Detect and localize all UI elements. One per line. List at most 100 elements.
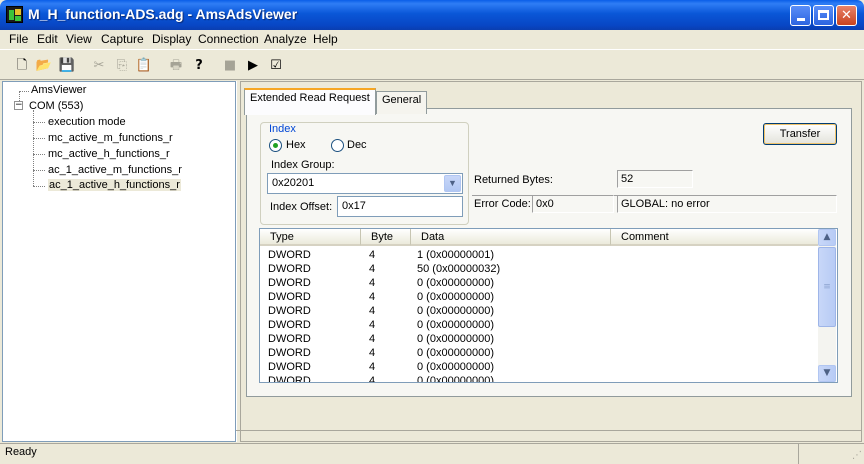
tree-node-ac1-active-m[interactable]: ac_1_active_m_functions_r — [48, 164, 182, 176]
tab-extended-read-request[interactable]: Extended Read Request — [244, 88, 376, 115]
paste-icon[interactable]: 📋 — [134, 56, 154, 76]
index-offset-input[interactable]: 0x17 — [337, 196, 463, 217]
cell-byte: 4 — [369, 263, 376, 275]
menu-display[interactable]: Display — [152, 32, 191, 46]
cell-data: 0 (0x00000000) — [417, 291, 495, 303]
tree-node-mc-active-m[interactable]: mc_active_m_functions_r — [48, 132, 173, 144]
tab-general[interactable]: General — [376, 91, 428, 114]
cell-data: 1 (0x00000001) — [417, 249, 495, 261]
collapse-icon[interactable]: − — [14, 101, 23, 110]
table-row[interactable]: DWORD 4 50 (0x00000032) — [260, 263, 819, 277]
tree-node-execution-mode[interactable]: execution mode — [48, 116, 126, 128]
tree-view[interactable]: AmsViewer − COM (553) execution mode mc_… — [2, 81, 236, 442]
dec-radio[interactable] — [331, 139, 344, 152]
index-group-label: Index Group: — [271, 159, 335, 171]
app-icon[interactable] — [6, 6, 23, 23]
cell-type: DWORD — [268, 347, 311, 359]
vertical-scrollbar[interactable]: ▲ ≡ ▼ — [818, 229, 836, 382]
menu-connection[interactable]: Connection — [198, 32, 259, 46]
chevron-down-icon[interactable]: ▼ — [444, 175, 461, 192]
returned-bytes-label: Returned Bytes: — [474, 174, 553, 186]
cell-byte: 4 — [369, 375, 376, 383]
menu-bar: File Edit View Capture Display Connectio… — [0, 30, 864, 49]
resize-grip-icon[interactable]: ⋰ — [852, 450, 862, 461]
cell-type: DWORD — [268, 263, 311, 275]
bottom-scroll-area[interactable] — [236, 430, 862, 442]
returned-bytes-value: 52 — [617, 170, 693, 188]
menu-analyze[interactable]: Analyze — [264, 32, 307, 46]
hex-radio[interactable] — [269, 139, 282, 152]
cut-icon[interactable]: ✂ — [89, 56, 109, 76]
cell-byte: 4 — [369, 319, 376, 331]
table-row[interactable]: DWORD 4 0 (0x00000000) — [260, 361, 819, 375]
index-offset-label: Index Offset: — [270, 201, 333, 213]
cell-data: 0 (0x00000000) — [417, 277, 495, 289]
open-folder-icon[interactable]: 📂 — [34, 56, 54, 76]
table-row[interactable]: DWORD 4 0 (0x00000000) — [260, 291, 819, 305]
cell-data: 50 (0x00000032) — [417, 263, 501, 275]
scroll-up-icon[interactable]: ▲ — [818, 229, 836, 246]
index-group-value: 0x20201 — [272, 177, 315, 189]
hex-label[interactable]: Hex — [286, 139, 306, 151]
close-icon: ✕ — [841, 8, 852, 23]
table-row[interactable]: DWORD 4 1 (0x00000001) — [260, 249, 819, 263]
save-icon[interactable]: 💾 — [57, 56, 77, 76]
transfer-button[interactable]: Transfer — [763, 123, 837, 145]
tree-connector — [33, 154, 45, 155]
cell-byte: 4 — [369, 305, 376, 317]
play-icon[interactable]: ▶ — [243, 56, 263, 76]
status-divider — [798, 444, 799, 464]
maximize-button[interactable] — [813, 5, 834, 26]
data-list[interactable]: Type Byte Data Comment DWORD 4 1 (0x000000… — [259, 228, 838, 383]
help-icon[interactable]: ? — [189, 56, 209, 76]
column-header-comment[interactable]: Comment — [611, 229, 819, 246]
tree-connector — [33, 186, 45, 187]
index-legend: Index — [267, 123, 298, 135]
maximize-icon — [818, 10, 829, 20]
menu-edit[interactable]: Edit — [37, 32, 58, 46]
minimize-button[interactable] — [790, 5, 811, 26]
scroll-thumb[interactable]: ≡ — [818, 247, 836, 327]
tree-node-ac1-active-h[interactable]: ac_1_active_h_functions_r — [48, 179, 181, 191]
scroll-down-icon[interactable]: ▼ — [818, 365, 836, 382]
error-text-value: GLOBAL: no error — [617, 195, 837, 213]
tree-node-root[interactable]: AmsViewer — [31, 84, 86, 96]
column-header-type[interactable]: Type — [260, 229, 361, 246]
menu-capture[interactable]: Capture — [101, 32, 144, 46]
error-code-value: 0x0 — [532, 195, 614, 213]
new-file-icon[interactable]: 🗋 — [12, 56, 32, 76]
cell-data: 0 (0x00000000) — [417, 305, 495, 317]
table-row[interactable]: DWORD 4 0 (0x00000000) — [260, 277, 819, 291]
menu-file[interactable]: File — [9, 32, 28, 46]
cell-data: 0 (0x00000000) — [417, 361, 495, 373]
cell-data: 0 (0x00000000) — [417, 375, 495, 383]
close-button[interactable]: ✕ — [836, 5, 857, 26]
tree-node-com[interactable]: COM (553) — [29, 100, 83, 112]
table-row[interactable]: DWORD 4 0 (0x00000000) — [260, 375, 819, 383]
minimize-icon — [796, 18, 805, 21]
table-row[interactable]: DWORD 4 0 (0x00000000) — [260, 319, 819, 333]
column-header-data[interactable]: Data — [411, 229, 611, 246]
index-group-select[interactable]: 0x20201 ▼ — [267, 173, 463, 194]
tree-node-mc-active-h[interactable]: mc_active_h_functions_r — [48, 148, 170, 160]
stop-icon[interactable]: ■ — [220, 56, 240, 76]
cell-data: 0 (0x00000000) — [417, 347, 495, 359]
tree-connector — [33, 122, 45, 123]
table-row[interactable]: DWORD 4 0 (0x00000000) — [260, 305, 819, 319]
cell-byte: 4 — [369, 291, 376, 303]
copy-icon[interactable]: ⎘ — [112, 56, 132, 76]
cell-type: DWORD — [268, 375, 311, 383]
error-code-label: Error Code: — [474, 198, 531, 210]
table-row[interactable]: DWORD 4 0 (0x00000000) — [260, 347, 819, 361]
tree-connector — [33, 170, 45, 171]
cell-data: 0 (0x00000000) — [417, 333, 495, 345]
menu-help[interactable]: Help — [313, 32, 338, 46]
properties-icon[interactable]: ☑ — [266, 56, 286, 76]
cell-data: 0 (0x00000000) — [417, 319, 495, 331]
menu-view[interactable]: View — [66, 32, 92, 46]
cell-byte: 4 — [369, 249, 376, 261]
column-header-byte[interactable]: Byte — [361, 229, 411, 246]
table-row[interactable]: DWORD 4 0 (0x00000000) — [260, 333, 819, 347]
print-icon[interactable]: 🖶 — [166, 56, 186, 76]
dec-label[interactable]: Dec — [347, 139, 367, 151]
